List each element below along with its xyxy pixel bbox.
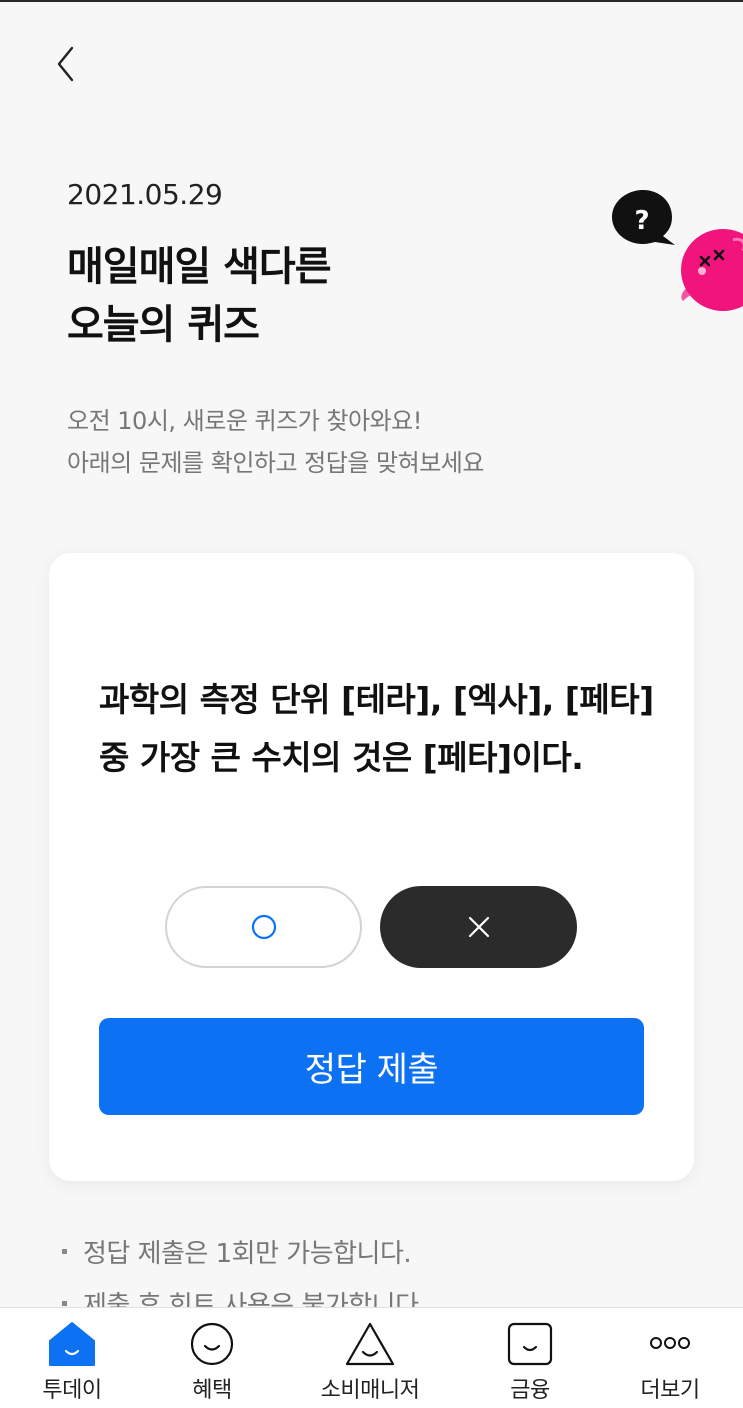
tab-label: 혜택 (192, 1378, 232, 1403)
title-line-1: 매일매일 색다른 (67, 244, 332, 290)
bullet-dot (62, 1300, 67, 1306)
close-x-icon (468, 916, 489, 938)
tab-label: 더보기 (640, 1378, 700, 1403)
bottom-tab-bar: 투데이 혜택 소비매니저 금융 더보기 (0, 1307, 743, 1408)
submit-answer-button[interactable]: 정답 제출 (99, 1018, 644, 1115)
chevron-left-icon (57, 46, 74, 82)
quiz-card: 과학의 측정 단위 [테라], [엑사], [페타] 중 가장 큰 수치의 것은… (49, 553, 694, 1181)
triangle-face-icon (345, 1322, 395, 1366)
tab-today[interactable]: 투데이 (2, 1308, 142, 1408)
notice-item: 정답 제출은 1회만 가능합니다. (62, 1228, 419, 1280)
title-line-2: 오늘의 퀴즈 (67, 302, 260, 348)
tab-label: 투데이 (42, 1378, 102, 1403)
subtitle-line-2: 아래의 문제를 확인하고 정답을 맞혀보세요 (67, 449, 484, 477)
tab-more[interactable]: 더보기 (600, 1308, 740, 1408)
quiz-mascot-illustration: ? (612, 190, 743, 311)
pink-character-icon (681, 229, 743, 311)
subtitle-line-1: 오전 10시, 새로운 퀴즈가 찾아와요! (67, 407, 422, 435)
tab-spending-manager[interactable]: 소비매니저 (300, 1308, 440, 1408)
tab-label: 소비매니저 (320, 1378, 420, 1403)
back-button[interactable] (50, 40, 90, 90)
more-dots-icon (650, 1337, 690, 1349)
home-icon (49, 1322, 95, 1366)
bullet-dot (62, 1248, 67, 1254)
tab-finance[interactable]: 금융 (460, 1308, 600, 1408)
notice-text: 정답 제출은 1회만 가능합니다. (83, 1239, 412, 1269)
top-divider (0, 0, 743, 2)
tab-benefits[interactable]: 혜택 (142, 1308, 282, 1408)
circle-o-icon (251, 914, 276, 940)
page-subtitle: 오전 10시, 새로운 퀴즈가 찾아와요! 아래의 문제를 확인하고 정답을 맞… (67, 400, 484, 484)
svg-text:?: ? (634, 206, 649, 236)
answer-x-button[interactable] (380, 886, 577, 968)
question-bubble-icon: ? (612, 190, 675, 245)
square-face-icon (507, 1322, 553, 1366)
quiz-question: 과학의 측정 단위 [테라], [엑사], [페타] 중 가장 큰 수치의 것은… (99, 680, 654, 777)
page-title: 매일매일 색다른 오늘의 퀴즈 (67, 238, 332, 354)
quiz-date: 2021.05.29 (67, 178, 223, 211)
tab-label: 금융 (510, 1378, 550, 1403)
answer-o-button[interactable] (165, 886, 362, 968)
smile-circle-icon (190, 1322, 234, 1366)
